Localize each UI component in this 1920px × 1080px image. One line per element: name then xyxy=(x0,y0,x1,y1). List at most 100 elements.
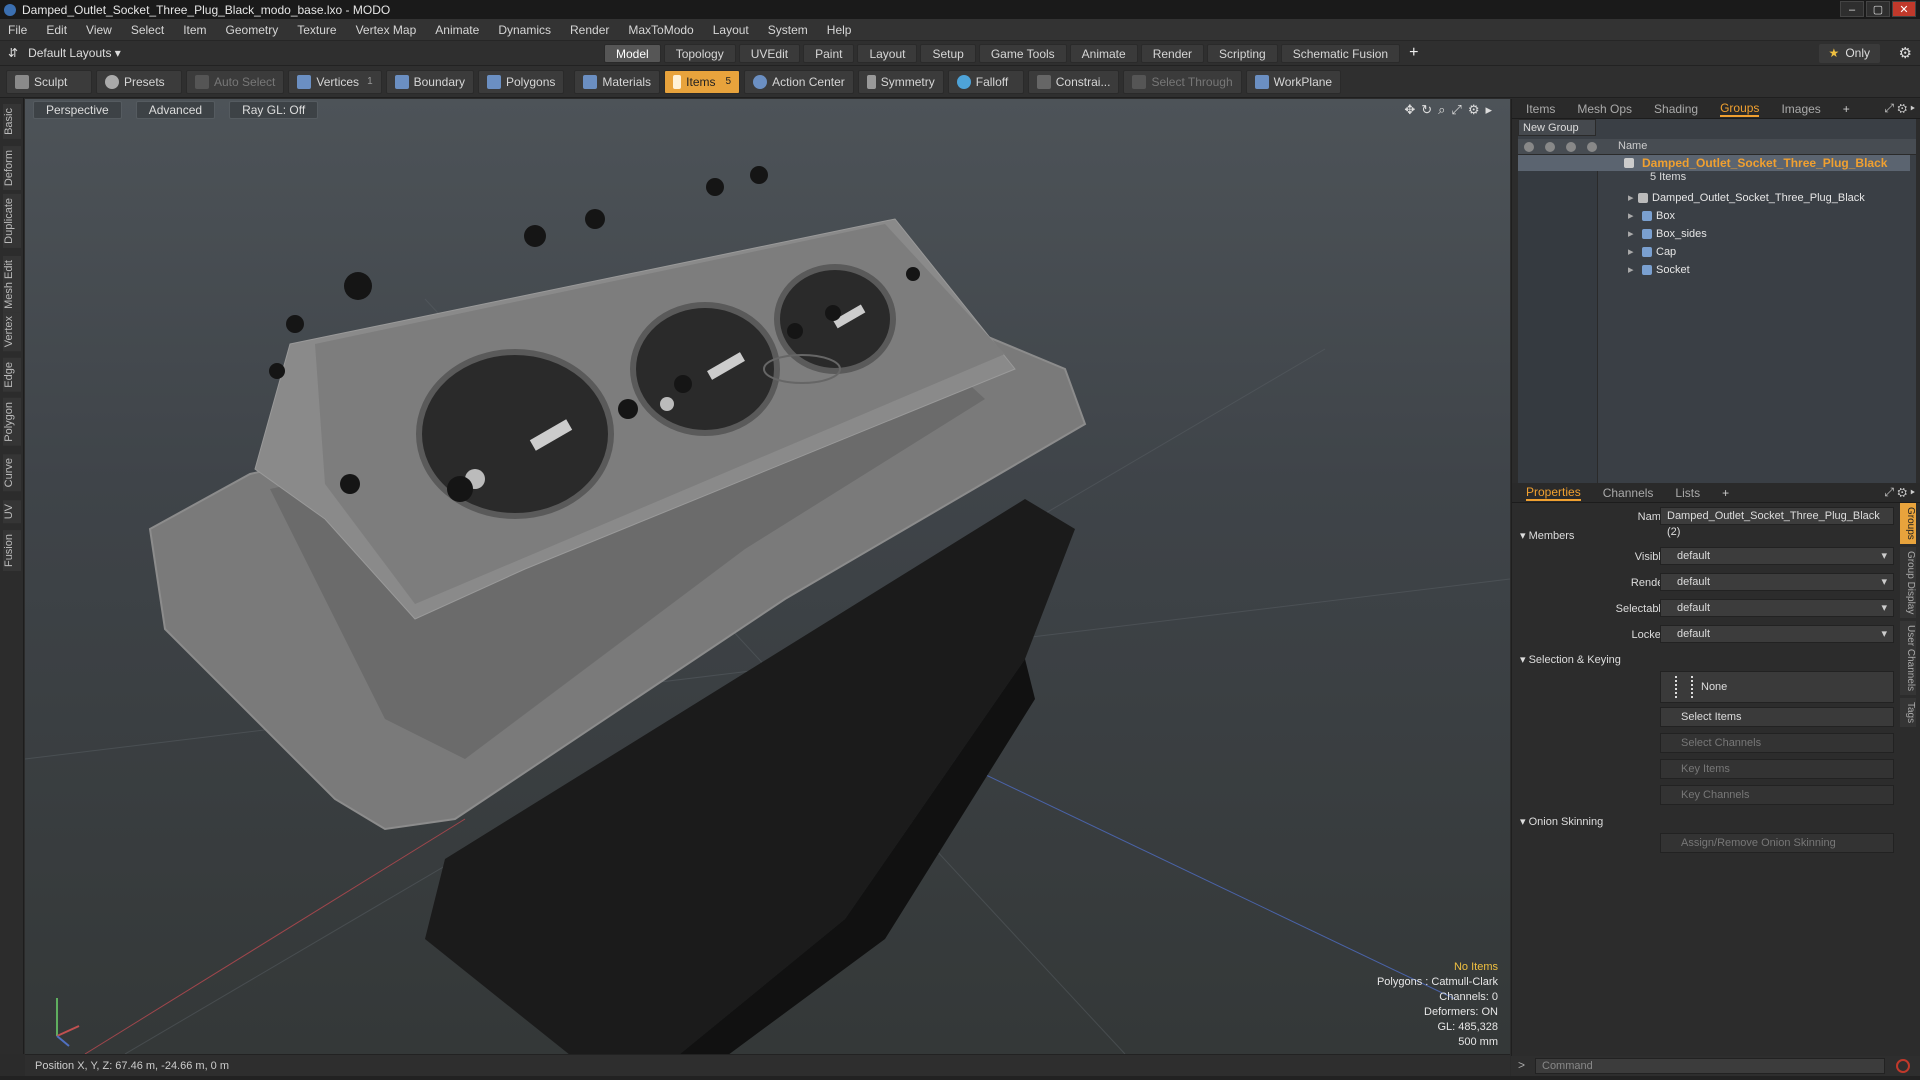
vertices-button[interactable]: Vertices 1 xyxy=(288,69,382,94)
tree-item-socket[interactable]: ▸ Socket xyxy=(1518,261,1910,279)
workplane-button[interactable]: WorkPlane xyxy=(1245,69,1342,94)
left-tab-polygon[interactable]: Polygon xyxy=(3,398,21,446)
tab-groups[interactable]: Groups xyxy=(1720,101,1760,117)
only-button[interactable]: ★ Only xyxy=(1818,44,1880,63)
side-tab-user-channels[interactable]: User Channels xyxy=(1900,621,1916,696)
sculpt-button[interactable]: Sculpt xyxy=(6,69,92,94)
default-layouts-dropdown[interactable]: ⇵ Default Layouts ▾ xyxy=(8,46,121,60)
key-channels-button[interactable]: Key Channels xyxy=(1660,785,1894,805)
tree-item-box[interactable]: ▸ Box xyxy=(1518,207,1910,225)
zoom-icon[interactable]: ⌕ xyxy=(1438,102,1445,118)
menu-file[interactable]: File xyxy=(8,23,27,37)
polygons-button[interactable]: Polygons xyxy=(478,69,565,94)
tab-shading[interactable]: Shading xyxy=(1654,102,1698,116)
left-tab-basic[interactable]: Basic xyxy=(3,104,21,139)
select-through-button[interactable]: Select Through xyxy=(1123,69,1242,94)
render-icon[interactable] xyxy=(1545,142,1555,152)
perspective-button[interactable]: Perspective xyxy=(33,101,122,119)
name-column-header[interactable]: Name xyxy=(1618,140,1647,152)
new-group-button[interactable]: New Group xyxy=(1518,119,1596,136)
tab-uvedit[interactable]: UVEdit xyxy=(738,44,801,63)
tab-schematic-fusion[interactable]: Schematic Fusion xyxy=(1280,44,1401,63)
lock-icon[interactable] xyxy=(1566,142,1576,152)
add-tab-button[interactable]: + xyxy=(1722,486,1729,500)
tab-setup[interactable]: Setup xyxy=(920,44,976,63)
viewport-menu-arrow-icon[interactable]: ▸ xyxy=(1485,102,1492,118)
onion-skinning-button[interactable]: Assign/Remove Onion Skinning xyxy=(1660,833,1894,853)
menu-render[interactable]: Render xyxy=(570,23,609,37)
locked-select[interactable]: default ▾ xyxy=(1660,625,1894,643)
maximize-button[interactable]: ▢ xyxy=(1866,1,1890,17)
expand-arrow-icon[interactable]: ▸ xyxy=(1628,225,1634,243)
eye-icon[interactable] xyxy=(1524,142,1534,152)
expand-arrow-icon[interactable]: ▸ xyxy=(1628,207,1634,225)
tree-item-box-sides[interactable]: ▸ Box_sides xyxy=(1518,225,1910,243)
panel-expand-icon[interactable]: ⤢ ⚙ ▸ xyxy=(1884,101,1915,116)
menu-select[interactable]: Select xyxy=(131,23,164,37)
menu-vertex-map[interactable]: Vertex Map xyxy=(356,23,417,37)
viewport-gear-icon[interactable]: ⚙ xyxy=(1468,102,1480,118)
select-channels-button[interactable]: Select Channels xyxy=(1660,733,1894,753)
left-tab-duplicate[interactable]: Duplicate xyxy=(3,194,21,248)
tab-layout[interactable]: Layout xyxy=(857,44,918,63)
selectable-select[interactable]: default ▾ xyxy=(1660,599,1894,617)
menu-view[interactable]: View xyxy=(86,23,112,37)
command-input[interactable]: Command xyxy=(1535,1058,1885,1074)
selection-keying-section[interactable]: ▾ Selection & Keying xyxy=(1520,653,1621,666)
gear-icon[interactable]: ⚙ xyxy=(1899,44,1912,62)
none-button[interactable]: None xyxy=(1660,671,1894,703)
left-tab-edge[interactable]: Edge xyxy=(3,358,21,392)
tab-mesh-ops[interactable]: Mesh Ops xyxy=(1577,102,1632,116)
tab-channels[interactable]: Channels xyxy=(1603,486,1654,500)
menu-texture[interactable]: Texture xyxy=(297,23,336,37)
rotate-icon[interactable]: ↻ xyxy=(1421,102,1432,118)
tree-item-mesh[interactable]: ▸ Damped_Outlet_Socket_Three_Plug_Black xyxy=(1518,189,1910,207)
materials-button[interactable]: Materials xyxy=(574,69,661,94)
tab-animate[interactable]: Animate xyxy=(1069,44,1138,63)
left-tab-curve[interactable]: Curve xyxy=(3,454,21,492)
symmetry-button[interactable]: Symmetry xyxy=(857,69,944,94)
onion-skinning-section[interactable]: ▾ Onion Skinning xyxy=(1520,815,1603,828)
tab-paint[interactable]: Paint xyxy=(803,44,855,63)
tab-scripting[interactable]: Scripting xyxy=(1207,44,1278,63)
left-tab-deform[interactable]: Deform xyxy=(3,146,21,191)
maximize-icon[interactable]: ⤢ xyxy=(1451,102,1461,118)
side-tab-group-display[interactable]: Group Display xyxy=(1900,546,1916,619)
pan-icon[interactable]: ✥ xyxy=(1404,102,1415,118)
menu-geometry[interactable]: Geometry xyxy=(226,23,279,37)
add-layout-button[interactable]: + xyxy=(1409,44,1418,63)
left-tab-uv[interactable]: UV xyxy=(3,500,21,524)
tab-model[interactable]: Model xyxy=(604,44,661,63)
menu-help[interactable]: Help xyxy=(827,23,852,37)
boundary-button[interactable]: Boundary xyxy=(385,69,474,94)
menu-system[interactable]: System xyxy=(768,23,808,37)
members-section[interactable]: ▾ Members xyxy=(1520,529,1574,542)
left-tab-fusion[interactable]: Fusion xyxy=(3,530,21,572)
name-field[interactable]: Damped_Outlet_Socket_Three_Plug_Black (2… xyxy=(1660,507,1894,538)
left-tab-vertex[interactable]: Vertex xyxy=(3,312,21,352)
raygl-button[interactable]: Ray GL: Off xyxy=(229,101,319,119)
tab-properties[interactable]: Properties xyxy=(1526,485,1581,501)
menu-layout[interactable]: Layout xyxy=(713,23,749,37)
group-row[interactable]: Damped_Outlet_Socket_Three_Plug_Black xyxy=(1518,155,1910,171)
menu-dynamics[interactable]: Dynamics xyxy=(498,23,551,37)
items-button[interactable]: Items 5 xyxy=(664,69,741,94)
menu-edit[interactable]: Edit xyxy=(46,23,67,37)
select-items-button[interactable]: Select Items xyxy=(1660,707,1894,727)
select-icon[interactable] xyxy=(1587,142,1597,152)
key-items-button[interactable]: Key Items xyxy=(1660,759,1894,779)
menu-maxtomodo[interactable]: MaxToModo xyxy=(628,23,693,37)
tab-items[interactable]: Items xyxy=(1526,102,1555,116)
menu-item[interactable]: Item xyxy=(183,23,206,37)
panel-expand-icon[interactable]: ⤢ ⚙ ▸ xyxy=(1884,485,1915,500)
left-tab-mesh-edit[interactable]: Mesh Edit xyxy=(3,256,21,313)
falloff-button[interactable]: Falloff xyxy=(947,69,1024,94)
cancel-icon[interactable] xyxy=(1896,1059,1910,1073)
expand-arrow-icon[interactable]: ▸ xyxy=(1628,243,1634,261)
tree-item-cap[interactable]: ▸ Cap xyxy=(1518,243,1910,261)
render-select[interactable]: default ▾ xyxy=(1660,573,1894,591)
action-center-button[interactable]: Action Center xyxy=(744,69,854,94)
add-tab-button[interactable]: + xyxy=(1843,102,1850,116)
minimize-button[interactable]: – xyxy=(1840,1,1864,17)
tab-game-tools[interactable]: Game Tools xyxy=(978,44,1067,63)
